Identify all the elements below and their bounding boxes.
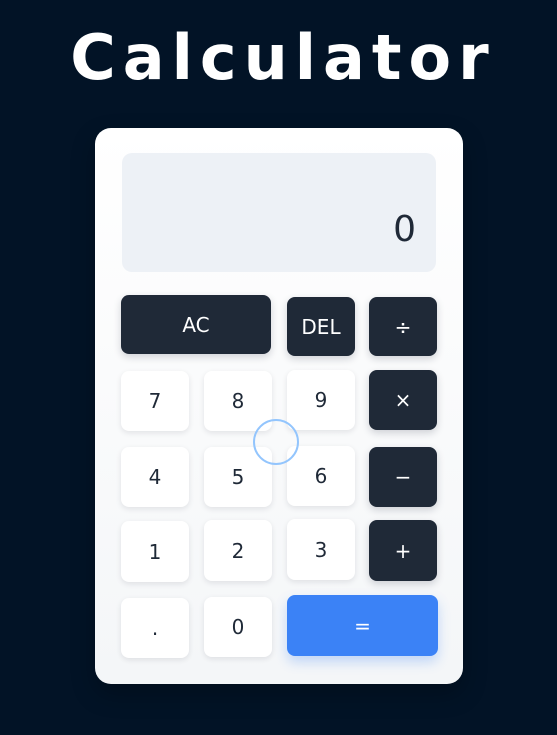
add-button[interactable]: +: [369, 520, 437, 581]
digit-2-button[interactable]: 2: [204, 520, 272, 581]
subtract-button[interactable]: −: [369, 447, 437, 507]
digit-1-button[interactable]: 1: [121, 521, 189, 582]
digit-9-button[interactable]: 9: [287, 370, 355, 430]
multiply-button[interactable]: ×: [369, 370, 437, 430]
clear-button[interactable]: AC: [121, 295, 271, 354]
digit-6-button[interactable]: 6: [287, 446, 355, 506]
display-value: 0: [393, 209, 416, 250]
decimal-button[interactable]: .: [121, 598, 189, 658]
digit-0-button[interactable]: 0: [204, 597, 272, 657]
equals-button[interactable]: =: [287, 595, 438, 656]
digit-8-button[interactable]: 8: [204, 371, 272, 431]
calculator-panel: 0 AC DEL ÷ 7 8 9 × 4 5 6 − 1 2 3 + . 0 =: [95, 128, 463, 684]
digit-7-button[interactable]: 7: [121, 371, 189, 431]
digit-4-button[interactable]: 4: [121, 447, 189, 507]
divide-button[interactable]: ÷: [369, 297, 437, 356]
pointer-highlight: [253, 419, 299, 465]
digit-3-button[interactable]: 3: [287, 519, 355, 580]
page-title: Calculator: [70, 21, 496, 94]
calculator-display: 0: [122, 153, 436, 272]
delete-button[interactable]: DEL: [287, 297, 355, 356]
